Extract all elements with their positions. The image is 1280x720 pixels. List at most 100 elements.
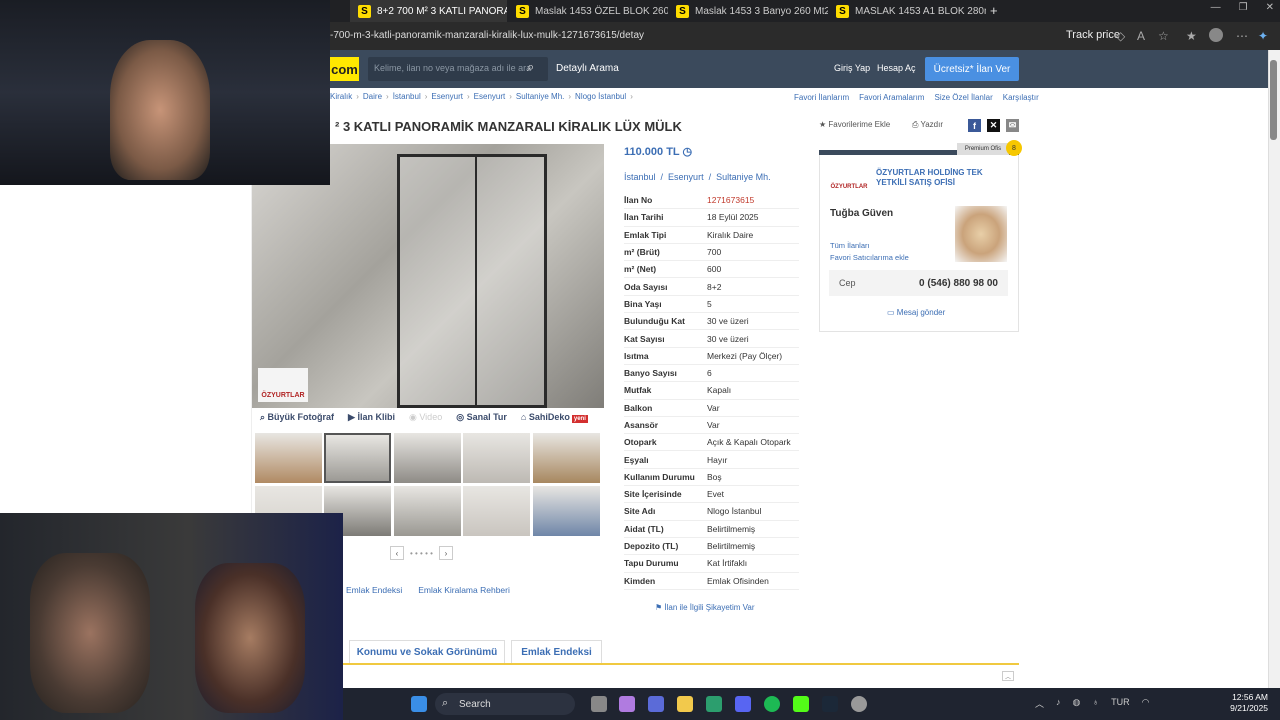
special-listings-link[interactable]: Size Özel İlanlar [934,93,992,102]
scrollbar-thumb[interactable] [1270,60,1277,140]
favorite-seller-link[interactable]: Favori Satıcılarıma ekle [830,253,909,262]
price-history-icon[interactable]: ◷ [683,146,693,158]
add-favorite-link[interactable]: ★ Favorilerime Ekle [819,120,890,129]
detail-label: Isıtma [624,350,649,361]
detail-label: Eşyalı [624,454,649,465]
start-icon[interactable] [411,696,427,712]
tab-real-estate-index[interactable]: Emlak Endeksi [511,640,602,664]
profile-avatar[interactable] [1209,28,1223,42]
site-logo[interactable]: com [330,57,359,81]
signup-link[interactable]: Hesap Aç [877,63,916,73]
tab-title: MASLAK 1453 A1 BLOK 280m2 Ef [855,5,986,17]
compare-link[interactable]: Karşılaştır [1003,93,1039,102]
browser-tab-active[interactable]: S 8+2 700 M² 3 KATLI PANORAMİ ✕ [350,0,507,22]
breadcrumb-item[interactable]: Esenyurt [431,92,463,101]
search-input[interactable]: Kelime, ilan no veya mağaza adı ile ara [368,57,548,81]
wifi-icon[interactable]: ◠ [1142,697,1150,710]
minimize-icon[interactable]: — [1211,2,1221,13]
copilot-app-icon[interactable] [619,696,635,712]
photo-thumbnail[interactable] [394,433,461,483]
breadcrumb-item[interactable]: Kiralık [330,92,352,101]
breadcrumb-item[interactable]: İstanbul [393,92,421,101]
prev-page-button[interactable]: ‹ [390,546,404,560]
location-district[interactable]: Esenyurt [668,172,704,182]
photo-thumbnail[interactable] [463,486,530,536]
network-icon[interactable]: ◍ [1073,697,1081,710]
collapse-arrow-icon[interactable]: ︿ [1002,671,1014,681]
complaint-link[interactable]: ⚑ İlan ile İlgili Şikayetim Var [655,603,755,612]
page-scrollbar[interactable] [1268,50,1280,690]
facebook-share-icon[interactable]: f [968,119,981,132]
detailed-search-link[interactable]: Detaylı Arama [556,63,619,74]
mic-icon[interactable]: ♁ [1092,697,1099,710]
seller-office-name[interactable]: ÖZYURTLAR HOLDİNG TEK YETKİLİ SATIŞ OFİS… [876,168,996,188]
login-link[interactable]: Giriş Yap [834,63,870,73]
breadcrumb-item[interactable]: Nlogo İstanbul [575,92,626,101]
browser-tab[interactable]: S Maslak 1453 ÖZEL BLOK 260 M² ✕ [508,0,668,22]
user-links: Favori İlanlarım Favori Aramalarım Size … [794,93,1039,102]
photo-thumbnail-selected[interactable] [324,433,391,483]
spotify-icon[interactable] [764,696,780,712]
breadcrumb-item[interactable]: Sultaniye Mh. [516,92,564,101]
location-city[interactable]: İstanbul [624,172,656,182]
sahideko-button[interactable]: ⌂ SahiDeko yeni [521,412,588,426]
detail-row: İlan No 1271673615 [624,192,799,210]
email-share-icon[interactable]: ✉ [1006,119,1019,132]
search-icon[interactable]: ⌕ [527,59,534,75]
large-photo-button[interactable]: ⌕ Büyük Fotoğraf [260,412,334,426]
speaker-icon[interactable]: ♪ [1056,697,1061,710]
detail-label: Site Adı [624,506,656,517]
kick-icon[interactable] [793,696,809,712]
file-explorer-icon[interactable] [677,696,693,712]
real-estate-index-link[interactable]: Emlak Endeksi [346,585,402,595]
location-neighborhood[interactable]: Sultaniye Mh. [716,172,771,182]
photo-thumbnail[interactable] [533,433,600,483]
tab-location-street-view[interactable]: Konumu ve Sokak Görünümü [349,640,505,664]
favorite-listings-link[interactable]: Favori İlanlarım [794,93,849,102]
restore-icon[interactable]: ❐ [1239,2,1248,13]
photo-thumbnail[interactable] [463,433,530,483]
settings-icon[interactable] [851,696,867,712]
copilot-icon[interactable]: ✦ [1258,29,1268,43]
price-tag-icon[interactable]: ◇ [1116,29,1125,43]
phone-number[interactable]: 0 (546) 880 98 00 [919,278,998,289]
url-field[interactable]: -700-m-3-katli-panoramik-manzarali-kiral… [330,30,644,41]
favorite-star-icon[interactable]: ☆ [1158,29,1169,43]
more-menu-icon[interactable]: ⋯ [1236,29,1248,43]
rental-guide-link[interactable]: Emlak Kiralama Rehberi [418,585,510,595]
read-aloud-icon[interactable]: A [1137,29,1145,43]
chevron-up-icon[interactable]: ︿ [1035,697,1044,710]
breadcrumb-item[interactable]: Daire [363,92,382,101]
browser-tab[interactable]: S Maslak 1453 3 Banyo 260 Mt2 Be ✕ [668,0,828,22]
print-link[interactable]: ⎙ Yazdır [912,120,943,130]
photo-thumbnail[interactable] [255,433,322,483]
seller-logo[interactable]: ÖZYURTLAR [830,164,868,190]
virtual-tour-button[interactable]: ◎ Sanal Tur [456,412,507,426]
breadcrumb-item[interactable]: Esenyurt [474,92,506,101]
all-ads-link[interactable]: Tüm İlanları [830,241,870,250]
track-price-button[interactable]: Track price [1066,29,1120,41]
store-icon[interactable] [648,696,664,712]
send-message-link[interactable]: ▭ Mesaj gönder [887,308,945,317]
new-tab-button[interactable]: + [990,3,998,18]
language-indicator[interactable]: TUR [1111,697,1130,710]
steam-icon[interactable] [822,696,838,712]
browser-tab[interactable]: S MASLAK 1453 A1 BLOK 280m2 Ef [828,0,986,22]
detail-row: Isıtma Merkezi (Pay Ölçer) [624,348,799,365]
ad-clip-button[interactable]: ▶ İlan Klibi [348,412,395,426]
discord-icon[interactable] [735,696,751,712]
favorites-icon[interactable]: ★ [1186,29,1197,43]
next-page-button[interactable]: › [438,546,453,560]
photo-thumbnail[interactable] [533,486,600,536]
edge-icon[interactable] [706,696,722,712]
detail-label: Otopark [624,437,657,448]
task-view-icon[interactable] [591,696,607,712]
post-ad-button[interactable]: Ücretsiz* İlan Ver [925,57,1019,81]
taskbar-search[interactable]: Search [435,693,575,715]
search-icon: ⌕ [442,697,449,709]
x-share-icon[interactable]: ✕ [987,119,1000,132]
taskbar-clock[interactable]: 12:56 AM 9/21/2025 [1230,692,1268,714]
favorite-searches-link[interactable]: Favori Aramalarım [859,93,924,102]
close-window-icon[interactable]: ✕ [1266,2,1274,13]
photo-thumbnail[interactable] [394,486,461,536]
